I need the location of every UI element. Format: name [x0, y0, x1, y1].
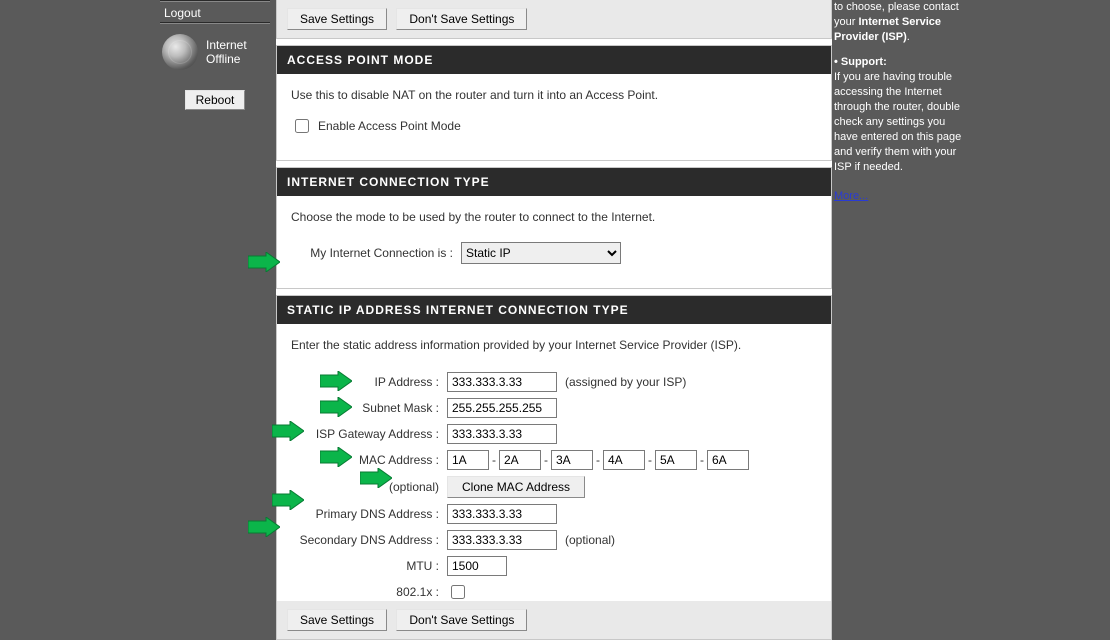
- ip-address-hint: (assigned by your ISP): [565, 375, 686, 389]
- help-bullet-support: • Support:: [834, 56, 887, 68]
- primary-dns-input[interactable]: [447, 504, 557, 524]
- enable-apm-label: Enable Access Point Mode: [318, 119, 461, 133]
- mac-input-3[interactable]: [551, 450, 593, 470]
- 8021x-checkbox[interactable]: [451, 585, 465, 599]
- mac-optional-label: (optional): [291, 480, 447, 494]
- help-text-2: If you are having trouble accessing the …: [834, 70, 964, 175]
- static-description: Enter the static address information pro…: [291, 338, 817, 352]
- divider: [160, 22, 270, 24]
- help-text-1c: .: [907, 31, 910, 43]
- internet-connection-select[interactable]: Static IP: [461, 242, 621, 264]
- dont-save-settings-button-bottom[interactable]: Don't Save Settings: [396, 609, 527, 631]
- clone-mac-button[interactable]: Clone MAC Address: [447, 476, 585, 498]
- dash: -: [544, 453, 548, 467]
- dash: -: [700, 453, 704, 467]
- 8021x-label: 802.1x :: [291, 585, 447, 599]
- dash: -: [596, 453, 600, 467]
- logout-link[interactable]: Logout: [160, 4, 270, 22]
- section-title-apm: ACCESS POINT MODE: [277, 46, 831, 74]
- help-more-link[interactable]: More...: [834, 189, 964, 204]
- reboot-button[interactable]: Reboot: [185, 90, 246, 110]
- secondary-dns-hint: (optional): [565, 533, 615, 547]
- dont-save-settings-button[interactable]: Don't Save Settings: [396, 8, 527, 30]
- help-panel: to choose, please contact your Internet …: [834, 0, 964, 204]
- gateway-label: ISP Gateway Address :: [291, 427, 447, 441]
- section-title-static: STATIC IP ADDRESS INTERNET CONNECTION TY…: [277, 296, 831, 324]
- subnet-mask-input[interactable]: [447, 398, 557, 418]
- status-line1: Internet: [206, 38, 247, 52]
- mac-input-5[interactable]: [655, 450, 697, 470]
- main-panel: Save Settings Don't Save Settings ACCESS…: [276, 0, 832, 640]
- mac-label: MAC Address :: [291, 453, 447, 467]
- internet-status: Internet Offline: [160, 26, 270, 80]
- left-sidebar: Logout Internet Offline Reboot: [160, 0, 270, 110]
- mac-input-2[interactable]: [499, 450, 541, 470]
- save-settings-button[interactable]: Save Settings: [287, 8, 387, 30]
- globe-icon: [162, 34, 198, 70]
- internet-status-text: Internet Offline: [206, 38, 247, 66]
- mtu-input[interactable]: [447, 556, 507, 576]
- save-settings-button-bottom[interactable]: Save Settings: [287, 609, 387, 631]
- section-title-ict: INTERNET CONNECTION TYPE: [277, 168, 831, 196]
- dash: -: [492, 453, 496, 467]
- ip-address-input[interactable]: [447, 372, 557, 392]
- dash: -: [648, 453, 652, 467]
- ip-address-label: IP Address :: [291, 375, 447, 389]
- ict-label: My Internet Connection is :: [291, 246, 461, 260]
- status-line2: Offline: [206, 52, 247, 66]
- mac-input-6[interactable]: [707, 450, 749, 470]
- top-toolbar: Save Settings Don't Save Settings: [276, 0, 832, 39]
- divider: [160, 0, 270, 2]
- apm-description: Use this to disable NAT on the router an…: [291, 88, 817, 102]
- mtu-label: MTU :: [291, 559, 447, 573]
- section-access-point-mode: ACCESS POINT MODE Use this to disable NA…: [276, 45, 832, 161]
- primary-dns-label: Primary DNS Address :: [291, 507, 447, 521]
- gateway-input[interactable]: [447, 424, 557, 444]
- mac-input-1[interactable]: [447, 450, 489, 470]
- mac-input-4[interactable]: [603, 450, 645, 470]
- subnet-mask-label: Subnet Mask :: [291, 401, 447, 415]
- bottom-toolbar: Save Settings Don't Save Settings: [276, 601, 832, 640]
- section-static-ip: STATIC IP ADDRESS INTERNET CONNECTION TY…: [276, 295, 832, 627]
- ict-description: Choose the mode to be used by the router…: [291, 210, 817, 224]
- section-internet-connection-type: INTERNET CONNECTION TYPE Choose the mode…: [276, 167, 832, 289]
- secondary-dns-input[interactable]: [447, 530, 557, 550]
- enable-apm-checkbox[interactable]: [295, 119, 309, 133]
- secondary-dns-label: Secondary DNS Address :: [291, 533, 447, 547]
